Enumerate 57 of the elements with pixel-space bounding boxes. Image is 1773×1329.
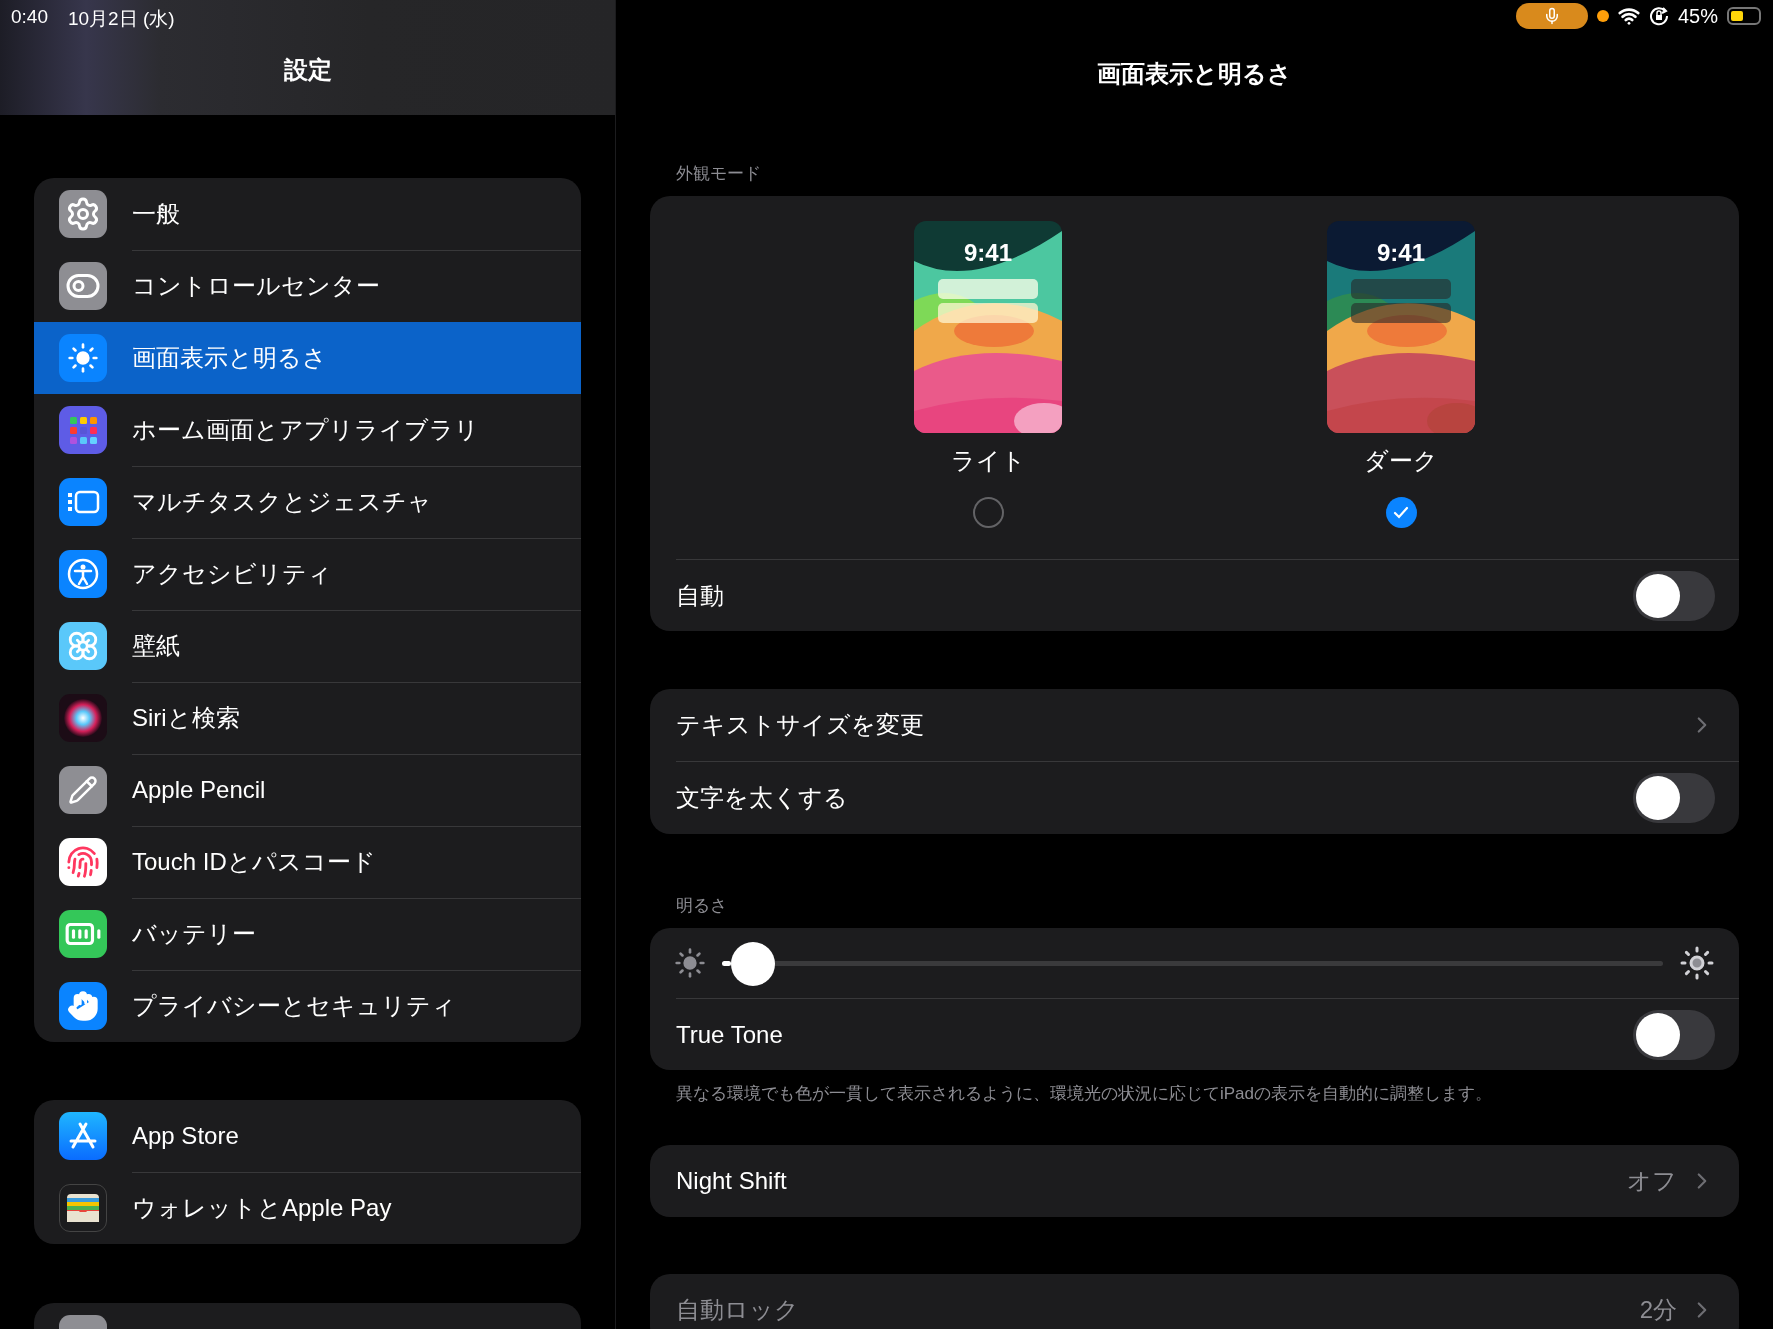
sidebar-item[interactable]: アクセシビリティ xyxy=(34,538,581,610)
hand-icon xyxy=(59,982,107,1030)
battery-icon xyxy=(59,910,107,958)
sidebar-item[interactable]: 画面表示と明るさ xyxy=(34,322,581,394)
section-header: 明るさ xyxy=(676,896,727,915)
pencil-icon xyxy=(59,766,107,814)
wifi-icon xyxy=(1617,5,1640,27)
appearance-label: ダーク xyxy=(1364,446,1438,476)
battery-icon xyxy=(1727,7,1761,25)
microphone-icon xyxy=(1515,3,1588,29)
sidebar-item[interactable]: コントロールセンター xyxy=(34,250,581,322)
preview-time: 9:41 xyxy=(1375,239,1426,267)
sidebar-item[interactable]: ウォレットとApple Pay xyxy=(34,1172,581,1244)
section-header: 外観モード xyxy=(676,164,761,183)
sidebar-item[interactable]: App Store xyxy=(34,1100,581,1172)
sidebar-item[interactable]: ホーム画面とアプリライブラリ xyxy=(34,394,581,466)
flower-icon xyxy=(59,622,107,670)
app-grid-icon xyxy=(59,406,107,454)
multitask-icon xyxy=(59,478,107,526)
sidebar-item[interactable]: バッテリー xyxy=(34,898,581,970)
appearance-label: ライト xyxy=(950,446,1026,476)
sidebar-item[interactable]: Apple Pencil xyxy=(34,754,581,826)
orb-icon xyxy=(59,694,107,742)
checkmark-icon xyxy=(1393,505,1409,520)
page-title: 画面表示と明るさ xyxy=(1097,59,1292,89)
toggle-switch[interactable] xyxy=(1633,570,1715,621)
sidebar-item[interactable]: Siriと検索 xyxy=(34,682,581,754)
sidebar-item[interactable]: プライバシーとセキュリティ xyxy=(34,970,581,1042)
dim-sun-icon xyxy=(674,947,706,979)
sidebar-item[interactable]: 一般 xyxy=(34,178,581,250)
sidebar-item[interactable]: マルチタスクとジェスチャ xyxy=(34,466,581,538)
toggle-switch[interactable] xyxy=(1633,1009,1715,1060)
footnote: 異なる環境でも色が一貫して表示されるように、環境光の状況に応じてiPadの表示を自動的に調整します。 xyxy=(676,1084,1493,1103)
status-time: 0:40 xyxy=(11,6,48,26)
toggle-switch[interactable] xyxy=(1633,773,1715,823)
preview-time: 9:41 xyxy=(962,239,1013,267)
radio-button[interactable] xyxy=(1385,497,1417,528)
sun-icon xyxy=(59,334,107,382)
toggles-icon xyxy=(59,262,107,310)
sidebar-title: 設定 xyxy=(283,54,332,85)
sidebar-item[interactable]: 壁紙 xyxy=(34,610,581,682)
rotation-lock-icon xyxy=(1648,6,1669,26)
brightness-slider[interactable] xyxy=(722,941,1663,985)
wallet-icon xyxy=(59,1184,107,1232)
settings-row[interactable]: テキストサイズを変更 xyxy=(650,689,1739,761)
settings-row[interactable]: Night Shift オフ xyxy=(650,1145,1739,1217)
bright-sun-icon xyxy=(1679,945,1715,981)
battery-percent: 45% xyxy=(1677,4,1718,28)
row-label: True Tone xyxy=(676,1020,784,1049)
recording-dot-icon xyxy=(1596,10,1609,22)
gear-icon xyxy=(59,190,107,238)
row-label: 自動 xyxy=(676,580,725,611)
crossed-lines-icon xyxy=(59,1112,107,1160)
row-label: 文字を太くする xyxy=(676,783,849,813)
sidebar-item[interactable]: Touch IDとパスコード xyxy=(34,826,581,898)
radio-button[interactable] xyxy=(972,497,1004,528)
fingerprint-icon xyxy=(59,838,107,886)
